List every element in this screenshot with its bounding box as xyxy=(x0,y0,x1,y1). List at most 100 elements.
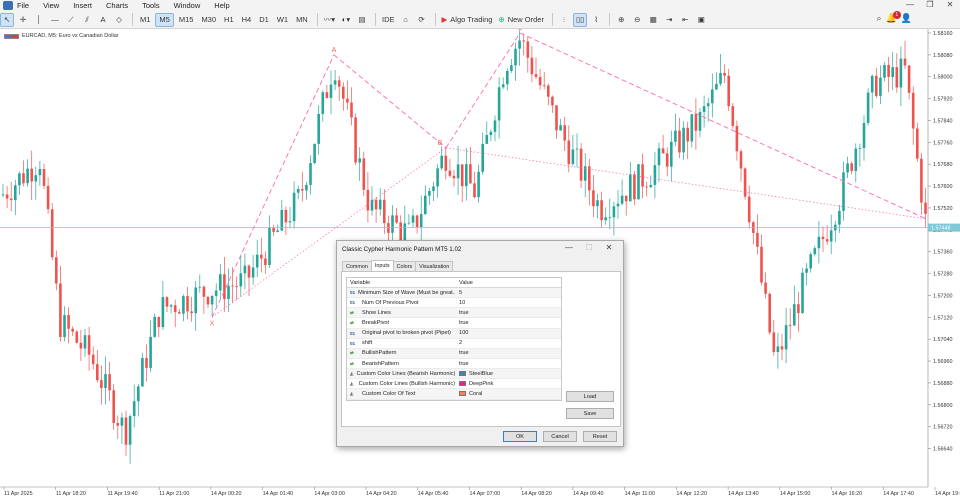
horizontal-line-icon[interactable]: — xyxy=(48,13,62,27)
candle-body xyxy=(14,185,17,201)
dialog-close-icon[interactable]: ✕ xyxy=(599,243,619,252)
candle-body xyxy=(616,203,620,207)
crosshair-icon[interactable]: ✛ xyxy=(16,13,30,27)
candle-body xyxy=(59,283,62,337)
param-value[interactable]: true xyxy=(455,320,561,326)
reset-button[interactable]: Reset xyxy=(583,431,617,442)
param-value[interactable]: true xyxy=(455,310,561,316)
param-value[interactable]: true xyxy=(455,350,561,356)
algo-trading-button[interactable]: ▶ Algo Trading xyxy=(440,13,495,27)
time-tick-label: 14 Apr 09:40 xyxy=(573,491,604,497)
shapes-icon[interactable]: ◇ xyxy=(112,13,126,27)
timeframe-w1[interactable]: W1 xyxy=(274,13,291,27)
screenshot-icon[interactable]: ▣ xyxy=(694,13,708,27)
candle-body xyxy=(563,125,566,141)
table-row[interactable]: 01 Original pivot to broken pivot (Pipet)… xyxy=(347,328,561,339)
minimize-icon[interactable]: — xyxy=(900,0,920,9)
timeframe-m1[interactable]: M1 xyxy=(137,13,153,27)
param-value[interactable]: SteelBlue xyxy=(455,371,561,377)
ide-icon[interactable]: IDE xyxy=(380,13,397,27)
param-value[interactable]: 100 xyxy=(455,330,561,336)
candle-body xyxy=(165,297,169,307)
notifications: ⌕ 🔔 1 👤 xyxy=(877,11,912,24)
candle-body xyxy=(255,254,259,268)
candle-body xyxy=(797,304,800,314)
menu-help[interactable]: Help xyxy=(214,1,229,10)
indicator-chart-icon[interactable]: 〰▾ xyxy=(322,13,337,27)
param-value[interactable]: DeepPink xyxy=(455,381,561,387)
table-row[interactable]: 01 Minimum Size of Wave (Must be great...… xyxy=(347,288,561,299)
menu-file[interactable]: File xyxy=(17,1,29,10)
param-value[interactable]: 10 xyxy=(455,300,561,306)
integer-param-icon: 01 xyxy=(350,300,356,306)
cursor-icon[interactable]: ↖ xyxy=(0,12,14,27)
param-value-text: SteelBlue xyxy=(469,370,493,377)
timeframe-m5[interactable]: M5 xyxy=(155,12,174,27)
window-controls: — ❐ ✕ xyxy=(900,0,960,9)
param-value[interactable]: true xyxy=(455,361,561,367)
param-value[interactable]: 2 xyxy=(455,340,561,346)
candle-body xyxy=(526,41,530,58)
candles-icon[interactable]: ▯▯ xyxy=(572,12,588,27)
text-icon[interactable]: A xyxy=(96,13,110,27)
market-icon[interactable]: ⌂ xyxy=(399,13,413,27)
boolean-param-icon: ⇄ xyxy=(350,309,354,315)
table-row[interactable]: ◭ Custom Color Lines (Bearish Harmonic) St… xyxy=(347,369,561,380)
new-order-button[interactable]: ⊕ New Order xyxy=(496,13,546,27)
table-row[interactable]: ⇄ BreakPivot true xyxy=(347,318,561,329)
notification-bell-icon[interactable]: 🔔 1 xyxy=(886,11,901,24)
zoom-out-icon[interactable]: ⊖ xyxy=(630,13,644,27)
close-icon[interactable]: ✕ xyxy=(940,0,960,9)
timeframe-d1[interactable]: D1 xyxy=(256,13,272,27)
table-row[interactable]: ⇄ Show Lines true xyxy=(347,308,561,319)
candle-body xyxy=(1,194,5,196)
price-tick-label: 1.56800 xyxy=(933,403,953,409)
param-value[interactable]: Coral xyxy=(455,391,561,397)
menu-view[interactable]: View xyxy=(43,1,59,10)
table-row[interactable]: ⇄ BullishPattern true xyxy=(347,348,561,359)
zoom-in-icon[interactable]: ⊕ xyxy=(614,13,628,27)
timeframe-m15[interactable]: M15 xyxy=(176,13,197,27)
load-button[interactable]: Load xyxy=(566,391,614,402)
save-button[interactable]: Save xyxy=(566,408,614,419)
timeframe-m30[interactable]: M30 xyxy=(198,13,219,27)
param-value[interactable]: 5 xyxy=(455,290,561,296)
cancel-button[interactable]: Cancel xyxy=(543,431,577,442)
restore-icon[interactable]: ❐ xyxy=(920,0,940,9)
template-icon[interactable]: ▤ xyxy=(355,13,369,27)
candle-body xyxy=(22,173,25,184)
timeframe-mn[interactable]: MN xyxy=(293,13,311,27)
grid-icon[interactable]: ▦ xyxy=(646,13,660,27)
strategy-tester-icon[interactable]: ⟳ xyxy=(415,13,429,27)
menu-window[interactable]: Window xyxy=(174,1,201,10)
timeframe-h1[interactable]: H1 xyxy=(221,13,237,27)
menu-tools[interactable]: Tools xyxy=(142,1,160,10)
table-row[interactable]: ⇄ BearishPattern true xyxy=(347,359,561,370)
candle-body xyxy=(55,257,58,284)
menu-insert[interactable]: Insert xyxy=(73,1,92,10)
autoscroll-icon[interactable]: ⇥ xyxy=(662,13,676,27)
vertical-line-icon[interactable]: │ xyxy=(32,13,46,27)
line-chart-icon[interactable]: ⌇ xyxy=(589,13,603,27)
timeframe-h4[interactable]: H4 xyxy=(239,13,255,27)
dialog-maximize-icon[interactable]: ☐ xyxy=(579,243,599,252)
table-row[interactable]: ◭ Custom Color Lines (Bullish Harmonic) De… xyxy=(347,379,561,390)
color-icon[interactable]: ◐▾ xyxy=(339,13,353,27)
table-row[interactable]: 01 Num Of Previous Pivot 10 xyxy=(347,298,561,309)
bar-chart-icon[interactable]: ⫶ xyxy=(557,13,571,27)
menu-charts[interactable]: Charts xyxy=(106,1,128,10)
channel-icon[interactable]: ⫽ xyxy=(80,13,94,27)
search-icon[interactable]: ⌕ xyxy=(877,13,882,24)
trendline-icon[interactable]: ⟋ xyxy=(64,13,78,27)
chart-shift-icon[interactable]: ⇤ xyxy=(678,13,692,27)
dialog-minimize-icon[interactable]: — xyxy=(559,243,579,252)
ok-button[interactable]: OK xyxy=(503,431,537,442)
candle-body xyxy=(292,192,296,222)
toolbar: ↖ ✛ │ — ⟋ ⫽ A ◇ M1 M5 M15 M30 H1 H4 D1 W… xyxy=(0,11,960,29)
inputs-table: Variable Value 01 Minimum Size of Wave (M… xyxy=(346,277,562,401)
table-row[interactable]: 01 shift 2 xyxy=(347,339,561,349)
user-icon[interactable]: 👤 xyxy=(901,13,912,24)
table-row[interactable]: ◭ Custom Color Of Text Coral xyxy=(347,389,561,400)
candle-body xyxy=(879,77,882,96)
candle-body xyxy=(817,236,821,249)
